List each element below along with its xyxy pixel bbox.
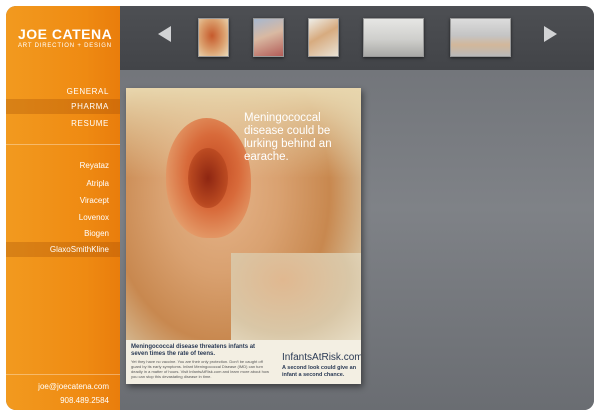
client-item-lovenox[interactable]: Lovenox bbox=[6, 210, 120, 225]
client-item-reyataz[interactable]: Reyataz bbox=[6, 158, 120, 173]
client-item-atripla[interactable]: Atripla bbox=[6, 176, 120, 191]
thumbnail-bar bbox=[120, 6, 594, 70]
previous-arrow-icon[interactable] bbox=[158, 26, 171, 42]
thumbnail-infant-hand[interactable] bbox=[308, 18, 339, 57]
poster-caption-title: Meningococcal disease threatens infants … bbox=[131, 344, 256, 357]
sidebar-divider bbox=[6, 144, 120, 145]
poster-tagline: A second look could give an infant a sec… bbox=[282, 365, 357, 378]
thumbnail-hallway[interactable] bbox=[363, 18, 424, 57]
next-arrow-icon[interactable] bbox=[544, 26, 557, 42]
brand-name: JOE CATENA bbox=[18, 26, 113, 42]
contact-phone: 908.489.2584 bbox=[60, 396, 109, 405]
poster-headline: Meningococcal disease could be lurking b… bbox=[244, 112, 332, 163]
client-item-glaxosmithkline[interactable]: GlaxoSmithKline bbox=[6, 242, 120, 257]
nav-item-general[interactable]: GENERAL bbox=[6, 84, 120, 99]
poster-ear-canal bbox=[188, 148, 228, 208]
nav-item-resume[interactable]: RESUME bbox=[6, 116, 120, 131]
contact-email[interactable]: joe@joecatena.com bbox=[38, 382, 109, 391]
portfolio-frame: JOE CATENA ART DIRECTION + DESIGN GENERA… bbox=[6, 6, 594, 410]
poster-caption-body: Yet they have no vaccine. You are their … bbox=[131, 359, 269, 379]
nav-item-pharma[interactable]: PHARMA bbox=[6, 99, 120, 114]
client-item-viracept[interactable]: Viracept bbox=[6, 193, 120, 208]
brand-subtitle: ART DIRECTION + DESIGN bbox=[18, 43, 112, 49]
brand-logo[interactable]: JOE CATENA ART DIRECTION + DESIGN bbox=[6, 6, 120, 70]
poster-image: Meningococcal disease could be lurking b… bbox=[126, 88, 361, 384]
poster-neck bbox=[231, 253, 361, 343]
client-item-biogen[interactable]: Biogen bbox=[6, 226, 120, 241]
thumbnail-infant-lying[interactable] bbox=[450, 18, 511, 57]
poster-caption-panel: Meningococcal disease threatens infants … bbox=[126, 340, 361, 384]
thumbnail-ear[interactable] bbox=[198, 18, 229, 57]
sidebar: JOE CATENA ART DIRECTION + DESIGN GENERA… bbox=[6, 6, 120, 410]
thumbnail-infant-face[interactable] bbox=[253, 18, 284, 57]
sidebar-divider-bottom bbox=[6, 374, 120, 375]
poster-logo: InfantsAtRisk.com bbox=[282, 352, 361, 363]
